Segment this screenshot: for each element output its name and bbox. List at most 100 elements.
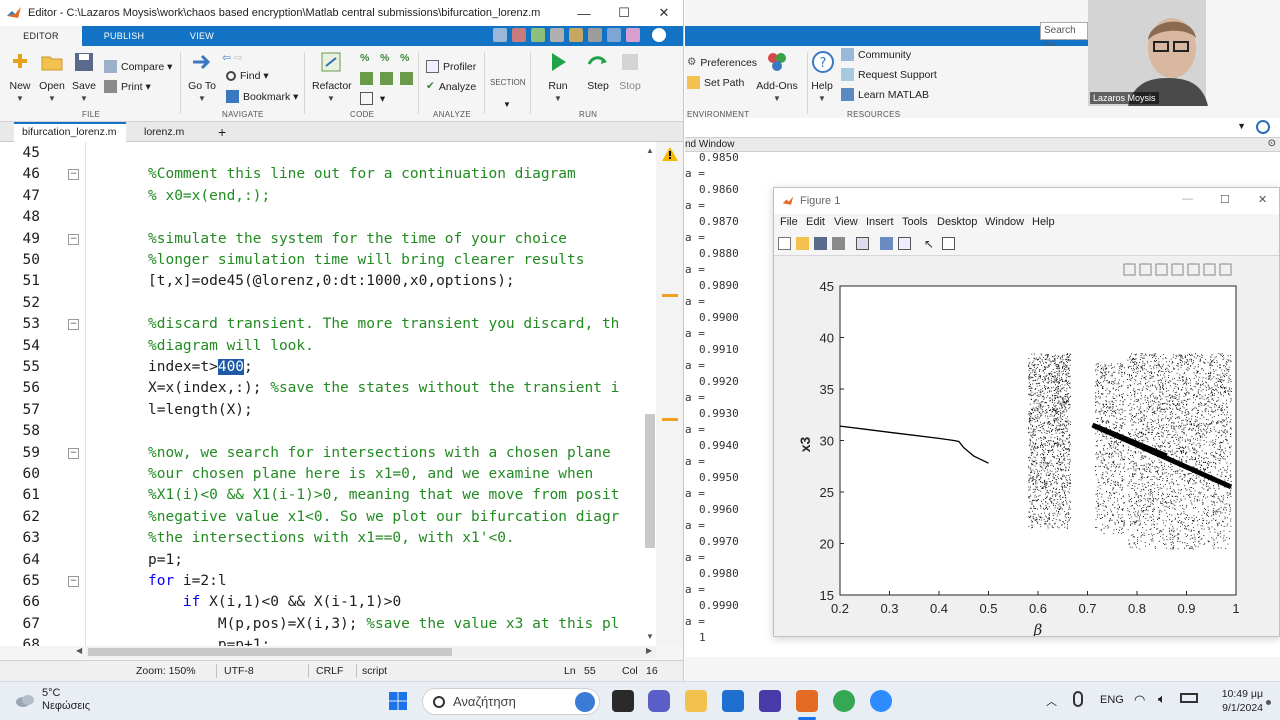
smart-indent-button[interactable] (380, 72, 397, 85)
matlab-taskbar-icon[interactable] (796, 690, 818, 712)
battery-icon[interactable] (1180, 693, 1198, 703)
code-line[interactable]: 59 − %now, we search for intersections wit… (0, 443, 656, 464)
command-window-actions-icon[interactable]: ⊙ (1268, 138, 1276, 149)
fold-toggle-icon[interactable]: − (68, 319, 79, 331)
uncomment-button[interactable]: % (400, 52, 413, 65)
print-figure-icon[interactable] (832, 237, 845, 250)
insert-colorbar-icon[interactable] (880, 237, 893, 250)
code-line[interactable]: 50 %longer simulation time will bring cle… (0, 250, 656, 271)
save-figure-icon[interactable] (814, 237, 827, 250)
task-view-icon[interactable] (612, 690, 634, 712)
tray-expand-icon[interactable]: ︿ (1046, 693, 1057, 709)
back-forward-arrows[interactable]: ⇦ ⇨ (222, 52, 243, 64)
fold-toggle-icon[interactable]: − (68, 233, 79, 245)
analyze-button[interactable]: ✔ Analyze (426, 80, 476, 93)
restore-view-icon[interactable] (1155, 263, 1168, 276)
notification-dot-icon[interactable] (1266, 700, 1271, 705)
request-support-link[interactable]: Request Support (841, 68, 937, 81)
file-tab-bifurcation-lorenz[interactable]: bifurcation_lorenz.m (14, 122, 126, 142)
scroll-up-arrow-icon[interactable]: ▲ (646, 146, 654, 155)
fold-toggle-icon[interactable]: − (68, 169, 79, 181)
fold-toggle-icon[interactable]: − (68, 447, 79, 459)
set-path-button[interactable]: Set Path (687, 76, 744, 89)
file-explorer-icon[interactable] (685, 690, 707, 712)
menu-edit[interactable]: Edit (806, 216, 825, 228)
code-line[interactable]: 68 p=p+1; (0, 635, 656, 646)
data-tips-icon[interactable] (1139, 263, 1152, 276)
search-documentation-input[interactable]: Search Do (1040, 22, 1088, 52)
open-button[interactable]: Open ▼ (38, 50, 66, 103)
zoom-in-icon[interactable] (1187, 263, 1200, 276)
home-icon[interactable] (1219, 263, 1232, 276)
warning-marker[interactable] (662, 294, 678, 297)
add-ons-button[interactable]: Add-Ons ▼ (755, 50, 799, 103)
microphone-icon[interactable] (1073, 691, 1083, 707)
code-line[interactable]: 63 %the intersections with x1==0, with x1… (0, 528, 656, 549)
tab-publish[interactable]: PUBLISH (84, 26, 164, 46)
switch-windows-icon[interactable] (607, 28, 621, 42)
pan-icon[interactable] (1171, 263, 1184, 276)
minimize-button[interactable]: — (564, 0, 604, 26)
stop-button[interactable]: Stop (616, 50, 644, 92)
code-line[interactable]: 52 (0, 293, 656, 314)
menu-desktop[interactable]: Desktop (937, 216, 977, 228)
weather-widget[interactable]: 5°C Νεφώσεις (14, 687, 90, 713)
print-button[interactable]: Print ▾ (104, 80, 151, 93)
windows-start-icon[interactable] (388, 691, 408, 711)
copy-quick-icon[interactable] (531, 28, 545, 42)
pointer-icon[interactable]: ↖ (924, 237, 937, 251)
code-line[interactable]: 45 (0, 143, 656, 164)
code-line[interactable]: 56 X=x(index,:); %save the states without… (0, 378, 656, 399)
menu-insert[interactable]: Insert (866, 216, 894, 228)
scroll-down-arrow-icon[interactable]: ▼ (646, 632, 654, 641)
menu-view[interactable]: View (834, 216, 858, 228)
warning-marker[interactable] (662, 418, 678, 421)
tab-view[interactable]: VIEW (166, 26, 238, 46)
expand-toolstrip-icon[interactable] (652, 28, 666, 42)
code-line[interactable]: 49 − %simulate the system for the time of … (0, 229, 656, 250)
fold-toggle-icon[interactable]: − (68, 576, 79, 587)
teams-chat-icon[interactable] (648, 690, 670, 712)
run-button[interactable]: Run ▼ (544, 50, 572, 103)
horizontal-scrollbar[interactable]: ◀ ▶ (76, 646, 656, 658)
open-file-icon[interactable] (796, 237, 809, 250)
preferences-button[interactable]: ⚙ Preferences (687, 56, 757, 69)
property-editor-icon[interactable] (942, 237, 955, 250)
find-button[interactable]: Find ▾ (226, 70, 269, 82)
outdent-button[interactable] (400, 72, 417, 85)
bookmark-button[interactable]: Bookmark ▾ (226, 90, 298, 103)
go-to-button[interactable]: Go To ▼ (188, 50, 216, 103)
back-arrow-icon[interactable]: ⇦ (222, 52, 231, 64)
new-button[interactable]: New ▼ (8, 50, 32, 103)
brush-icon[interactable] (1123, 263, 1136, 276)
code-line[interactable]: 57 l=length(X); (0, 400, 656, 421)
zoom-icon[interactable] (870, 690, 892, 712)
system-clock[interactable]: 10:49 μμ 9/1/2024 (1203, 687, 1263, 715)
code-line[interactable]: 47 % x0=x(end,:); (0, 186, 656, 207)
learn-matlab-link[interactable]: Learn MATLAB (841, 88, 929, 101)
code-line[interactable]: 51 [t,x]=ode45(@lorenz,0:dt:1000,x0,optio… (0, 271, 656, 292)
save-button[interactable]: Save ▼ (72, 50, 96, 103)
chrome-icon[interactable] (833, 690, 855, 712)
undo-quick-icon[interactable] (569, 28, 583, 42)
code-line[interactable]: 60 %our chosen plane here is x1=0, and we… (0, 464, 656, 485)
figure-minimize-button[interactable]: — (1182, 193, 1193, 205)
menu-tools[interactable]: Tools (902, 216, 928, 228)
scroll-right-arrow-icon[interactable]: ▶ (646, 646, 652, 655)
warning-icon[interactable] (661, 146, 679, 162)
taskbar-search[interactable]: Αναζήτηση (422, 688, 600, 715)
menu-help[interactable]: Help (1032, 216, 1055, 228)
menu-window[interactable]: Window (985, 216, 1024, 228)
insert-legend-icon[interactable] (898, 237, 911, 250)
paste-quick-icon[interactable] (550, 28, 564, 42)
figure-maximize-button[interactable]: ☐ (1220, 193, 1230, 206)
code-line[interactable]: 53 − %discard transient. The more transien… (0, 314, 656, 335)
tab-editor[interactable]: EDITOR (0, 26, 82, 46)
code-line[interactable]: 55 index=t>400; (0, 357, 656, 378)
section-dropdown[interactable]: ▼ (503, 100, 511, 109)
new-figure-icon[interactable] (778, 237, 791, 250)
profiler-button[interactable]: Profiler (426, 60, 476, 73)
code-line[interactable]: 66 if X(i,1)<0 && X(i-1,1)>0 (0, 592, 656, 613)
menu-file[interactable]: File (780, 216, 798, 228)
mathtype-icon[interactable] (759, 690, 781, 712)
